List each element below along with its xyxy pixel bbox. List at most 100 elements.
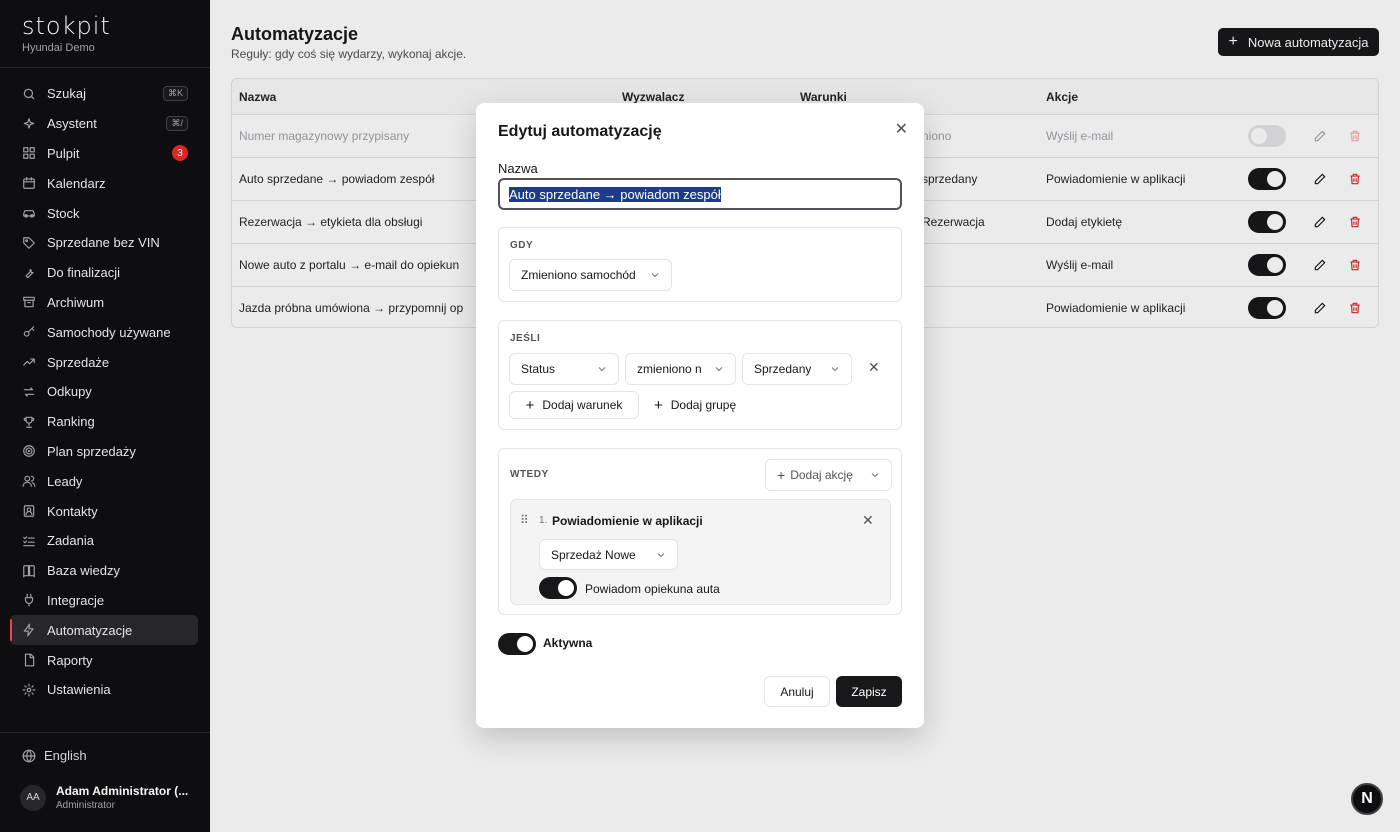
notify-owner-toggle[interactable] (539, 577, 577, 599)
sidebar-item-label: Asystent (47, 116, 97, 132)
sidebar-item-samochody-używane[interactable]: Samochody używane (10, 317, 198, 347)
sidebar-item-archiwum[interactable]: Archiwum (10, 288, 198, 318)
sidebar-item-label: Integracje (47, 592, 105, 608)
sidebar-item-zadania[interactable]: Zadania (10, 526, 198, 556)
add-group-label: Dodaj grupę (670, 398, 737, 412)
sidebar-item-label: Plan sprzedaży (47, 443, 136, 459)
sidebar-item-label: Sprzedane bez VIN (47, 235, 160, 251)
name-label: Nazwa (498, 161, 538, 176)
condition-value-select[interactable]: Sprzedany (742, 353, 852, 385)
target-icon (22, 444, 36, 458)
key-icon (22, 325, 36, 339)
chevron-down-icon (649, 269, 661, 281)
action-card: ⠿ 1. Powiadomienie w aplikacji ✕ Sprzeda… (510, 499, 891, 605)
add-action-label: Dodaj akcję (790, 468, 853, 482)
when-label: GDY (510, 240, 534, 251)
sidebar-nav: Szukaj ⌘K Asystent ⌘/ Pulpit 3 Kalendarz Stock S… (10, 79, 198, 705)
sidebar-item-odkupy[interactable]: Odkupy (10, 377, 198, 407)
chevron-down-icon (869, 469, 881, 481)
save-button[interactable]: Zapisz (836, 676, 902, 707)
sidebar-item-label: Ustawienia (47, 682, 111, 698)
notification-badge: 3 (172, 145, 188, 162)
exchange-icon (22, 385, 36, 399)
sparkle-icon (22, 117, 36, 131)
gear-icon (22, 683, 36, 697)
remove-condition-icon[interactable]: ✕ (868, 359, 880, 376)
cancel-button[interactable]: Anuluj (764, 676, 830, 707)
sidebar-item-ustawienia[interactable]: Ustawienia (10, 675, 198, 705)
book-icon (22, 564, 36, 578)
add-condition-button[interactable]: + Dodaj warunek (509, 391, 639, 419)
trophy-icon (22, 415, 36, 429)
bolt-icon (22, 623, 36, 637)
shortcut-hint: ⌘K (162, 86, 188, 102)
trigger-select[interactable]: Zmieniono samochód (509, 259, 672, 291)
trending-up-icon (22, 355, 36, 369)
sidebar-item-label: Pulpit (47, 145, 80, 161)
active-toggle[interactable] (498, 633, 536, 655)
sidebar-item-integracje[interactable]: Integracje (10, 586, 198, 616)
sidebar-item-label: Zadania (47, 533, 94, 549)
add-action-select[interactable]: + Dodaj akcję (765, 459, 892, 491)
user-role: Administrator (56, 800, 115, 811)
brand-name: stokpit (22, 12, 111, 40)
calendar-icon (22, 176, 36, 190)
sidebar-item-sprzedaże[interactable]: Sprzedaże (10, 347, 198, 377)
sidebar-item-stock[interactable]: Stock (10, 198, 198, 228)
plus-icon: + (777, 467, 786, 483)
if-section: JEŚLI Status zmieniono n Sprzedany ✕ + D… (498, 320, 902, 430)
condition-operator-select[interactable]: zmieniono n (625, 353, 736, 385)
sidebar-item-szukaj[interactable]: Szukaj ⌘K (10, 79, 198, 109)
sidebar-item-do-finalizacji[interactable]: Do finalizacji (10, 258, 198, 288)
edit-automation-dialog: Edytuj automatyzację ✕ Nazwa Auto sprzed… (476, 103, 924, 728)
dialog-title: Edytuj automatyzację (498, 123, 662, 140)
dashboard-icon (22, 146, 36, 160)
sidebar-item-plan-sprzedaży[interactable]: Plan sprzedaży (10, 437, 198, 467)
plus-icon: + (525, 396, 535, 414)
sidebar-item-kalendarz[interactable]: Kalendarz (10, 168, 198, 198)
trigger-value: Zmieniono samochód (521, 268, 636, 282)
globe-icon (22, 749, 36, 763)
condition-field-select[interactable]: Status (509, 353, 619, 385)
add-group-button[interactable]: + Dodaj grupę (654, 391, 736, 419)
brand[interactable]: stokpit Hyundai Demo (22, 12, 111, 54)
sidebar-item-label: Raporty (47, 652, 93, 668)
condition-operator-value: zmieniono n (637, 362, 702, 376)
sidebar-item-leady[interactable]: Leady (10, 466, 198, 496)
action-title: Powiadomienie w aplikacji (552, 514, 703, 528)
close-icon[interactable]: ✕ (895, 119, 908, 139)
remove-action-icon[interactable]: ✕ (862, 512, 874, 529)
sidebar-item-kontakty[interactable]: Kontakty (10, 496, 198, 526)
sidebar-item-pulpit[interactable]: Pulpit 3 (10, 139, 198, 169)
action-number: 1. (539, 515, 548, 526)
sidebar-item-baza-wiedzy[interactable]: Baza wiedzy (10, 556, 198, 586)
chevron-down-icon (829, 363, 841, 375)
contact-icon (22, 504, 36, 518)
plus-icon: + (654, 396, 663, 414)
sidebar-item-label: Ranking (47, 414, 95, 430)
sidebar-item-raporty[interactable]: Raporty (10, 645, 198, 675)
language-switcher[interactable]: English (22, 748, 87, 763)
sidebar-item-label: Kontakty (47, 503, 98, 519)
user-menu[interactable]: AA Adam Administrator (... Administrator (20, 784, 188, 811)
sidebar-item-label: Automatyzacje (47, 622, 133, 638)
sidebar-item-automatyzacje[interactable]: Automatyzacje (10, 615, 198, 646)
sidebar-divider (0, 67, 210, 68)
plug-icon (22, 593, 36, 607)
sidebar-item-label: Samochody używane (47, 324, 171, 340)
notify-owner-label: Powiadom opiekuna auta (585, 582, 720, 596)
tag-icon (22, 236, 36, 250)
avatar: AA (20, 784, 46, 811)
name-input[interactable]: Auto sprzedane → powiadom zespół (498, 178, 902, 210)
dev-tools-button[interactable]: N (1351, 783, 1383, 815)
sidebar-item-label: Do finalizacji (47, 265, 120, 281)
language-label: English (44, 748, 87, 763)
sidebar-item-ranking[interactable]: Ranking (10, 407, 198, 437)
sidebar-item-label: Kalendarz (47, 175, 106, 191)
action-target-select[interactable]: Sprzedaż Nowe (539, 539, 678, 570)
sidebar-item-asystent[interactable]: Asystent ⌘/ (10, 109, 198, 139)
user-name: Adam Administrator (... (56, 784, 189, 798)
sidebar-item-sprzedane-bez-vin[interactable]: Sprzedane bez VIN (10, 228, 198, 258)
drag-handle-icon[interactable]: ⠿ (520, 513, 529, 527)
chevron-down-icon (713, 363, 725, 375)
